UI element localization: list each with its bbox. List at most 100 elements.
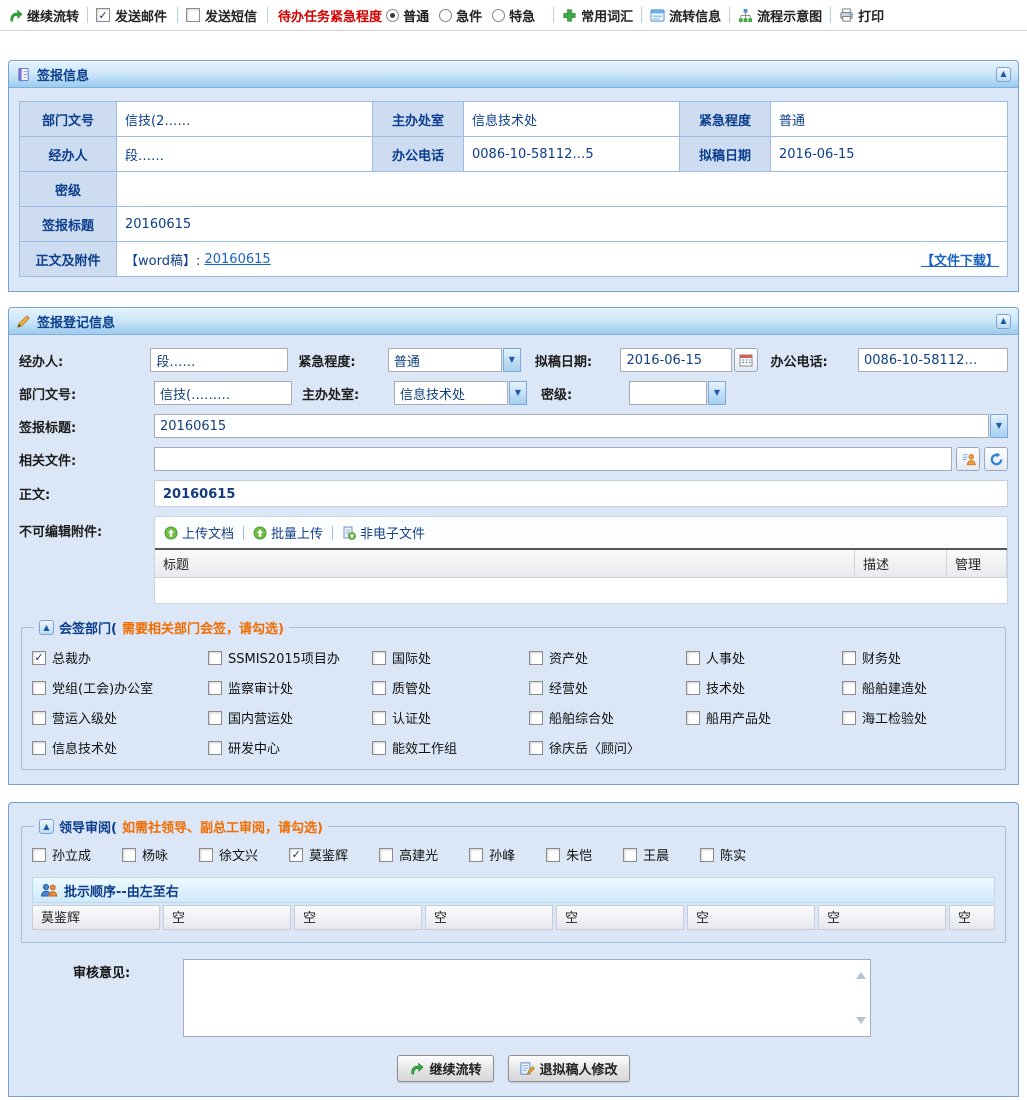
countersign-checkbox-20[interactable]: 能效工作组 <box>372 738 529 757</box>
print-button[interactable]: 打印 <box>839 6 884 25</box>
review-textarea[interactable] <box>184 960 870 1036</box>
checkbox-icon[interactable] <box>199 848 213 862</box>
flow-info-button[interactable]: 流转信息 <box>650 6 721 25</box>
body-editor[interactable]: 20160615 <box>154 480 1008 507</box>
radio-icon[interactable] <box>492 9 505 22</box>
checkbox-checked-icon[interactable]: ✓ <box>96 8 110 22</box>
countersign-checkbox-18[interactable]: 信息技术处 <box>32 738 208 757</box>
chevron-down-icon[interactable]: ▼ <box>708 381 726 405</box>
leader-checkbox-6[interactable]: 朱恺 <box>546 845 592 864</box>
countersign-checkbox-10[interactable]: 技术处 <box>686 678 842 697</box>
send-sms-checkbox[interactable]: 发送短信 <box>186 6 257 25</box>
leader-checkbox-3[interactable]: ✓莫鉴辉 <box>289 845 348 864</box>
countersign-checkbox-8[interactable]: 质管处 <box>372 678 529 697</box>
checkbox-unchecked-icon[interactable] <box>186 8 200 22</box>
checkbox-icon[interactable] <box>372 681 386 695</box>
leader-checkbox-0[interactable]: 孙立成 <box>32 845 91 864</box>
collapse-button[interactable]: ▲ <box>39 620 54 635</box>
countersign-checkbox-21[interactable]: 徐庆岳〈顾问〉 <box>529 738 686 757</box>
checkbox-icon[interactable] <box>842 681 856 695</box>
handler-input[interactable] <box>150 348 288 372</box>
checkbox-icon[interactable] <box>208 711 222 725</box>
countersign-checkbox-14[interactable]: 认证处 <box>372 708 529 727</box>
checkbox-icon[interactable] <box>208 651 222 665</box>
leader-checkbox-8[interactable]: 陈实 <box>700 845 746 864</box>
checkbox-icon[interactable] <box>469 848 483 862</box>
report-title-input[interactable] <box>154 414 989 438</box>
checkbox-icon[interactable] <box>32 848 46 862</box>
checkbox-icon[interactable] <box>529 741 543 755</box>
collapse-button[interactable]: ▲ <box>996 314 1011 329</box>
leader-checkbox-5[interactable]: 孙峰 <box>469 845 515 864</box>
return-to-drafter-button[interactable]: 退拟稿人修改 <box>508 1055 630 1082</box>
collapse-button[interactable]: ▲ <box>996 67 1011 82</box>
urgency-radio-normal[interactable]: 普通 <box>386 6 429 25</box>
checkbox-icon[interactable] <box>623 848 637 862</box>
checkbox-icon[interactable] <box>32 741 46 755</box>
send-email-checkbox[interactable]: ✓ 发送邮件 <box>96 6 167 25</box>
flow-diagram-button[interactable]: 流程示意图 <box>738 6 822 25</box>
checkbox-icon[interactable] <box>208 681 222 695</box>
checkbox-icon[interactable]: ✓ <box>289 848 303 862</box>
file-download-link[interactable]: 【文件下载】 <box>921 250 999 269</box>
scroll-down-icon[interactable] <box>856 1017 866 1029</box>
countersign-checkbox-15[interactable]: 船舶综合处 <box>529 708 686 727</box>
textarea-scrollbar[interactable] <box>853 962 868 1034</box>
urgency-radio-urgent[interactable]: 急件 <box>439 6 482 25</box>
checkbox-icon[interactable] <box>686 651 700 665</box>
leader-checkbox-2[interactable]: 徐文兴 <box>199 845 258 864</box>
checkbox-icon[interactable] <box>372 651 386 665</box>
chevron-down-icon[interactable]: ▼ <box>509 381 527 405</box>
checkbox-icon[interactable] <box>546 848 560 862</box>
phone-input[interactable] <box>858 348 1008 372</box>
radio-selected-icon[interactable] <box>386 9 399 22</box>
continue-flow-button[interactable]: 继续流转 <box>8 6 79 25</box>
chevron-down-icon[interactable]: ▼ <box>503 348 521 372</box>
draft-date-input[interactable] <box>620 348 732 372</box>
related-file-input[interactable] <box>154 447 952 471</box>
checkbox-icon[interactable] <box>372 741 386 755</box>
batch-upload-button[interactable]: 批量上传 <box>253 523 323 542</box>
checkbox-icon[interactable] <box>842 651 856 665</box>
radio-icon[interactable] <box>439 9 452 22</box>
countersign-checkbox-16[interactable]: 船用产品处 <box>686 708 842 727</box>
refresh-button[interactable] <box>984 447 1008 471</box>
countersign-checkbox-6[interactable]: 党组(工会)办公室 <box>32 678 208 697</box>
countersign-checkbox-17[interactable]: 海工检验处 <box>842 708 995 727</box>
countersign-checkbox-13[interactable]: 国内营运处 <box>208 708 372 727</box>
date-picker-button[interactable] <box>734 348 758 372</box>
countersign-checkbox-1[interactable]: SSMIS2015项目办 <box>208 648 372 667</box>
countersign-checkbox-3[interactable]: 资产处 <box>529 648 686 667</box>
checkbox-icon[interactable] <box>529 651 543 665</box>
upload-doc-button[interactable]: 上传文档 <box>164 523 234 542</box>
column-header-title[interactable]: 标题 <box>155 550 855 577</box>
checkbox-icon[interactable] <box>842 711 856 725</box>
checkbox-icon[interactable] <box>529 681 543 695</box>
checkbox-icon[interactable] <box>32 681 46 695</box>
checkbox-icon[interactable]: ✓ <box>32 651 46 665</box>
countersign-checkbox-0[interactable]: ✓总裁办 <box>32 648 208 667</box>
countersign-checkbox-9[interactable]: 经营处 <box>529 678 686 697</box>
checkbox-icon[interactable] <box>529 711 543 725</box>
word-doc-link[interactable]: 20160615 <box>204 252 270 267</box>
dept-no-input[interactable] <box>154 381 292 405</box>
host-office-input[interactable] <box>394 381 508 405</box>
collapse-button[interactable]: ▲ <box>39 819 54 834</box>
checkbox-icon[interactable] <box>372 711 386 725</box>
checkbox-icon[interactable] <box>379 848 393 862</box>
checkbox-icon[interactable] <box>700 848 714 862</box>
checkbox-icon[interactable] <box>686 681 700 695</box>
countersign-checkbox-5[interactable]: 财务处 <box>842 648 995 667</box>
scroll-up-icon[interactable] <box>856 967 866 979</box>
column-header-mgmt[interactable]: 管理 <box>947 550 1007 577</box>
checkbox-icon[interactable] <box>208 741 222 755</box>
continue-flow-bottom-button[interactable]: 继续流转 <box>397 1055 493 1082</box>
checkbox-icon[interactable] <box>32 711 46 725</box>
countersign-checkbox-11[interactable]: 船舶建造处 <box>842 678 995 697</box>
countersign-checkbox-12[interactable]: 营运入级处 <box>32 708 208 727</box>
countersign-checkbox-19[interactable]: 研发中心 <box>208 738 372 757</box>
secrecy-input[interactable] <box>629 381 707 405</box>
non-electronic-file-button[interactable]: 非电子文件 <box>342 523 425 542</box>
select-person-button[interactable] <box>956 447 980 471</box>
chevron-down-icon[interactable]: ▼ <box>990 414 1008 438</box>
